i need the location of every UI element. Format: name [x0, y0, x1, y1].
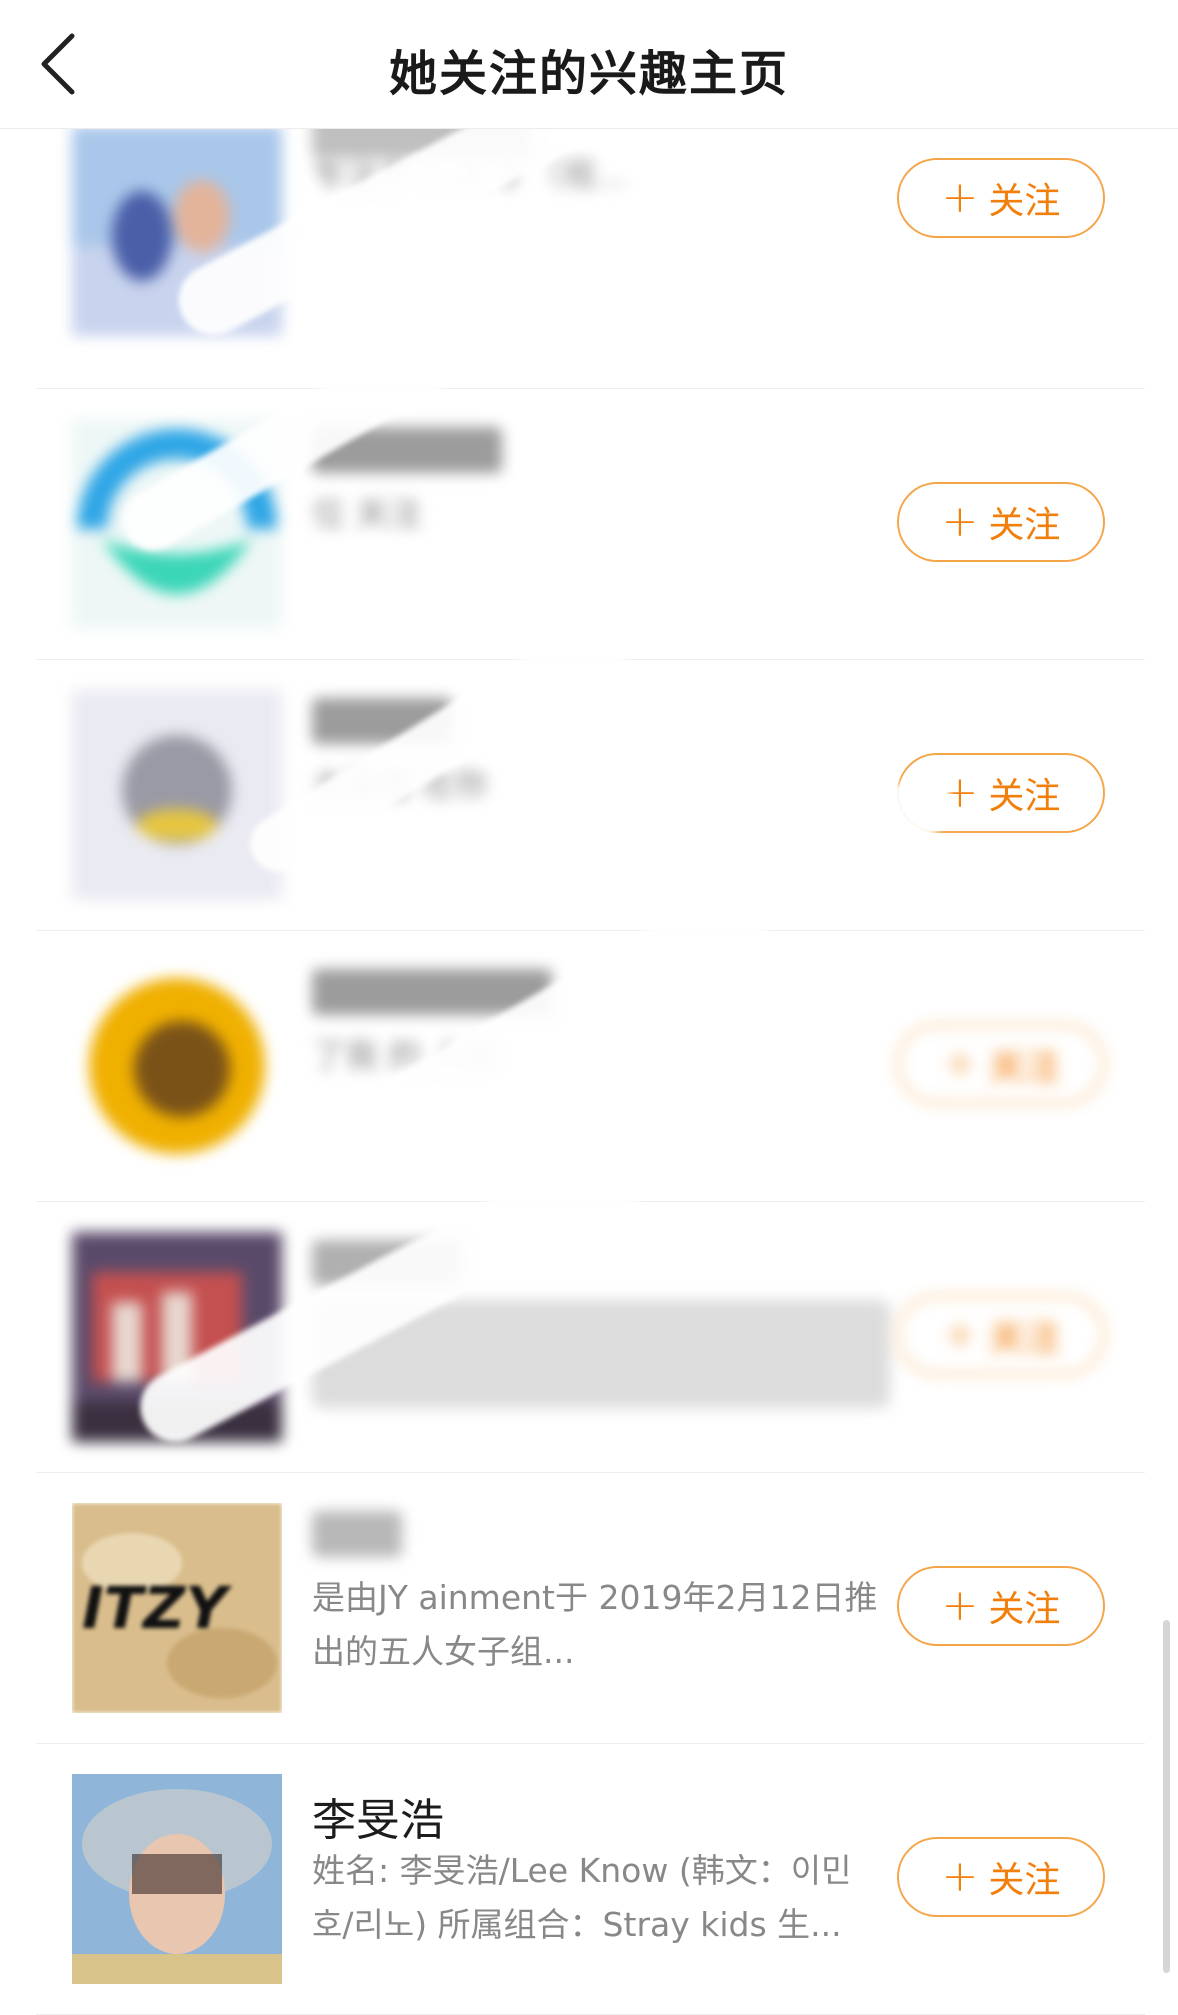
top-bar: 她关注的兴趣主页: [0, 0, 1178, 129]
svg-text:ITZY: ITZY: [82, 1574, 232, 1642]
follow-button[interactable]: + 关注: [897, 1837, 1105, 1917]
plus-icon: +: [941, 172, 979, 223]
item-name: [312, 1511, 402, 1557]
scrollbar[interactable]: [1163, 1620, 1170, 1973]
page-title: 她关注的兴趣主页: [388, 46, 789, 102]
item-description: 是由JY ainment于 2019年2月12日推出的五人女子组...: [312, 1578, 878, 1671]
interest-list: 专注于 ：入 3 （视... + 关注 位 关注 + 关注: [0, 112, 1178, 2015]
plus-icon: +: [941, 496, 979, 547]
list-item[interactable]: 李旻浩 姓名: 李旻浩/Lee Know (韩文：이민호/리노) 所属组合：St…: [0, 1744, 1178, 2015]
follow-button[interactable]: + 关注: [897, 482, 1105, 562]
follow-button[interactable]: + 关注: [897, 1024, 1105, 1104]
plus-icon: +: [941, 1851, 979, 1902]
follow-button[interactable]: + 关注: [897, 1566, 1105, 1646]
follow-button[interactable]: + 关注: [897, 158, 1105, 238]
itzy-logo-thumbnail: ITZY: [72, 1503, 282, 1713]
list-item[interactable]: 大道理 在你 + 关注: [0, 660, 1178, 931]
list-item[interactable]: ITZY 是由JY ainment于 2019年2月12日推出的五人女子组...…: [0, 1473, 1178, 1744]
portrait-thumbnail: [72, 1774, 282, 1984]
plus-icon: +: [941, 1309, 979, 1360]
item-name: 李旻浩: [312, 1795, 444, 1846]
plus-icon: +: [941, 1580, 979, 1631]
follow-button[interactable]: + 关注: [897, 1295, 1105, 1375]
sunflower-thumbnail: [72, 961, 282, 1171]
item-description: 姓名: 李旻浩/Lee Know (韩文：이민호/리노) 所属组合：Stray …: [312, 1851, 852, 1944]
blurred-photo-thumbnail: [72, 690, 282, 900]
plus-icon: +: [941, 1038, 979, 1089]
